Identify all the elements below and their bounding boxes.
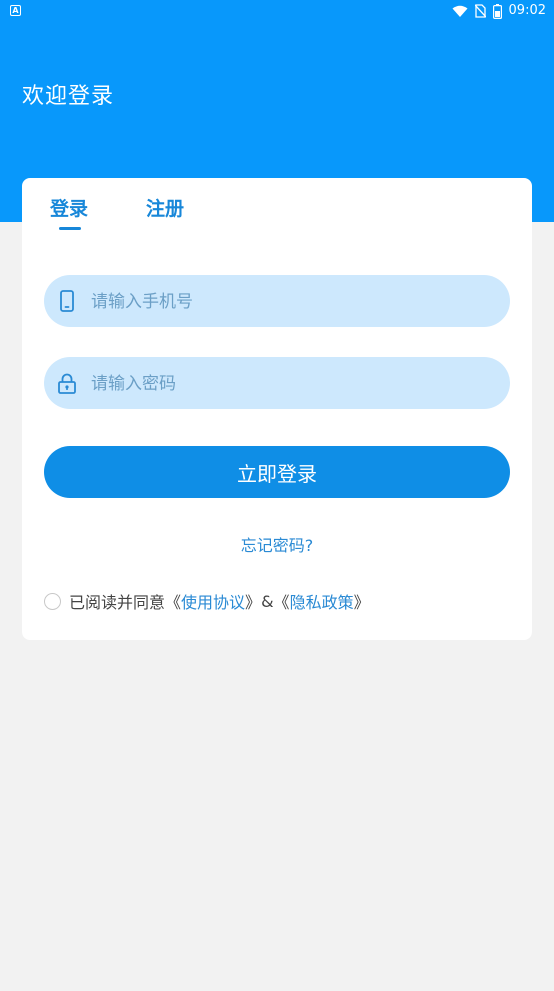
password-field[interactable]	[44, 357, 510, 411]
active-tab-indicator	[59, 227, 81, 230]
lock-icon	[58, 373, 76, 394]
user-agreement-link[interactable]: 使用协议	[181, 589, 245, 613]
phone-field[interactable]	[44, 275, 510, 329]
bracket-open: 《	[273, 593, 290, 612]
forgot-password-link[interactable]: 忘记密码?	[22, 532, 532, 556]
agreement-prefix: 已阅读并同意	[69, 593, 166, 612]
wifi-icon	[452, 5, 468, 17]
battery-icon	[492, 3, 502, 19]
tab-login[interactable]: 登录	[50, 194, 88, 221]
login-card: 登录 注册 立即登录 忘记密码? 已阅读并同意 《 使用协议 》 & 《 隐私政…	[22, 178, 532, 640]
phone-input[interactable]	[89, 275, 493, 329]
login-button[interactable]: 立即登录	[44, 446, 510, 498]
notification-icon: A	[10, 5, 21, 16]
agree-checkbox[interactable]	[44, 592, 61, 610]
password-input[interactable]	[89, 357, 493, 411]
phone-icon	[60, 290, 74, 312]
ampersand: &	[261, 591, 274, 611]
bracket-close: 》	[353, 593, 370, 612]
no-sim-icon	[474, 4, 486, 18]
bracket-close: 》	[245, 593, 262, 612]
bracket-open: 《	[165, 593, 182, 612]
status-icons: 09:02	[452, 3, 546, 19]
privacy-policy-link[interactable]: 隐私政策	[290, 589, 354, 613]
welcome-title: 欢迎登录	[22, 84, 115, 109]
tab-register[interactable]: 注册	[146, 194, 184, 221]
agreement-row: 已阅读并同意 《 使用协议 》 & 《 隐私政策 》	[44, 589, 370, 613]
status-time: 09:02	[508, 3, 546, 18]
status-bar: A 09:02	[0, 0, 554, 24]
